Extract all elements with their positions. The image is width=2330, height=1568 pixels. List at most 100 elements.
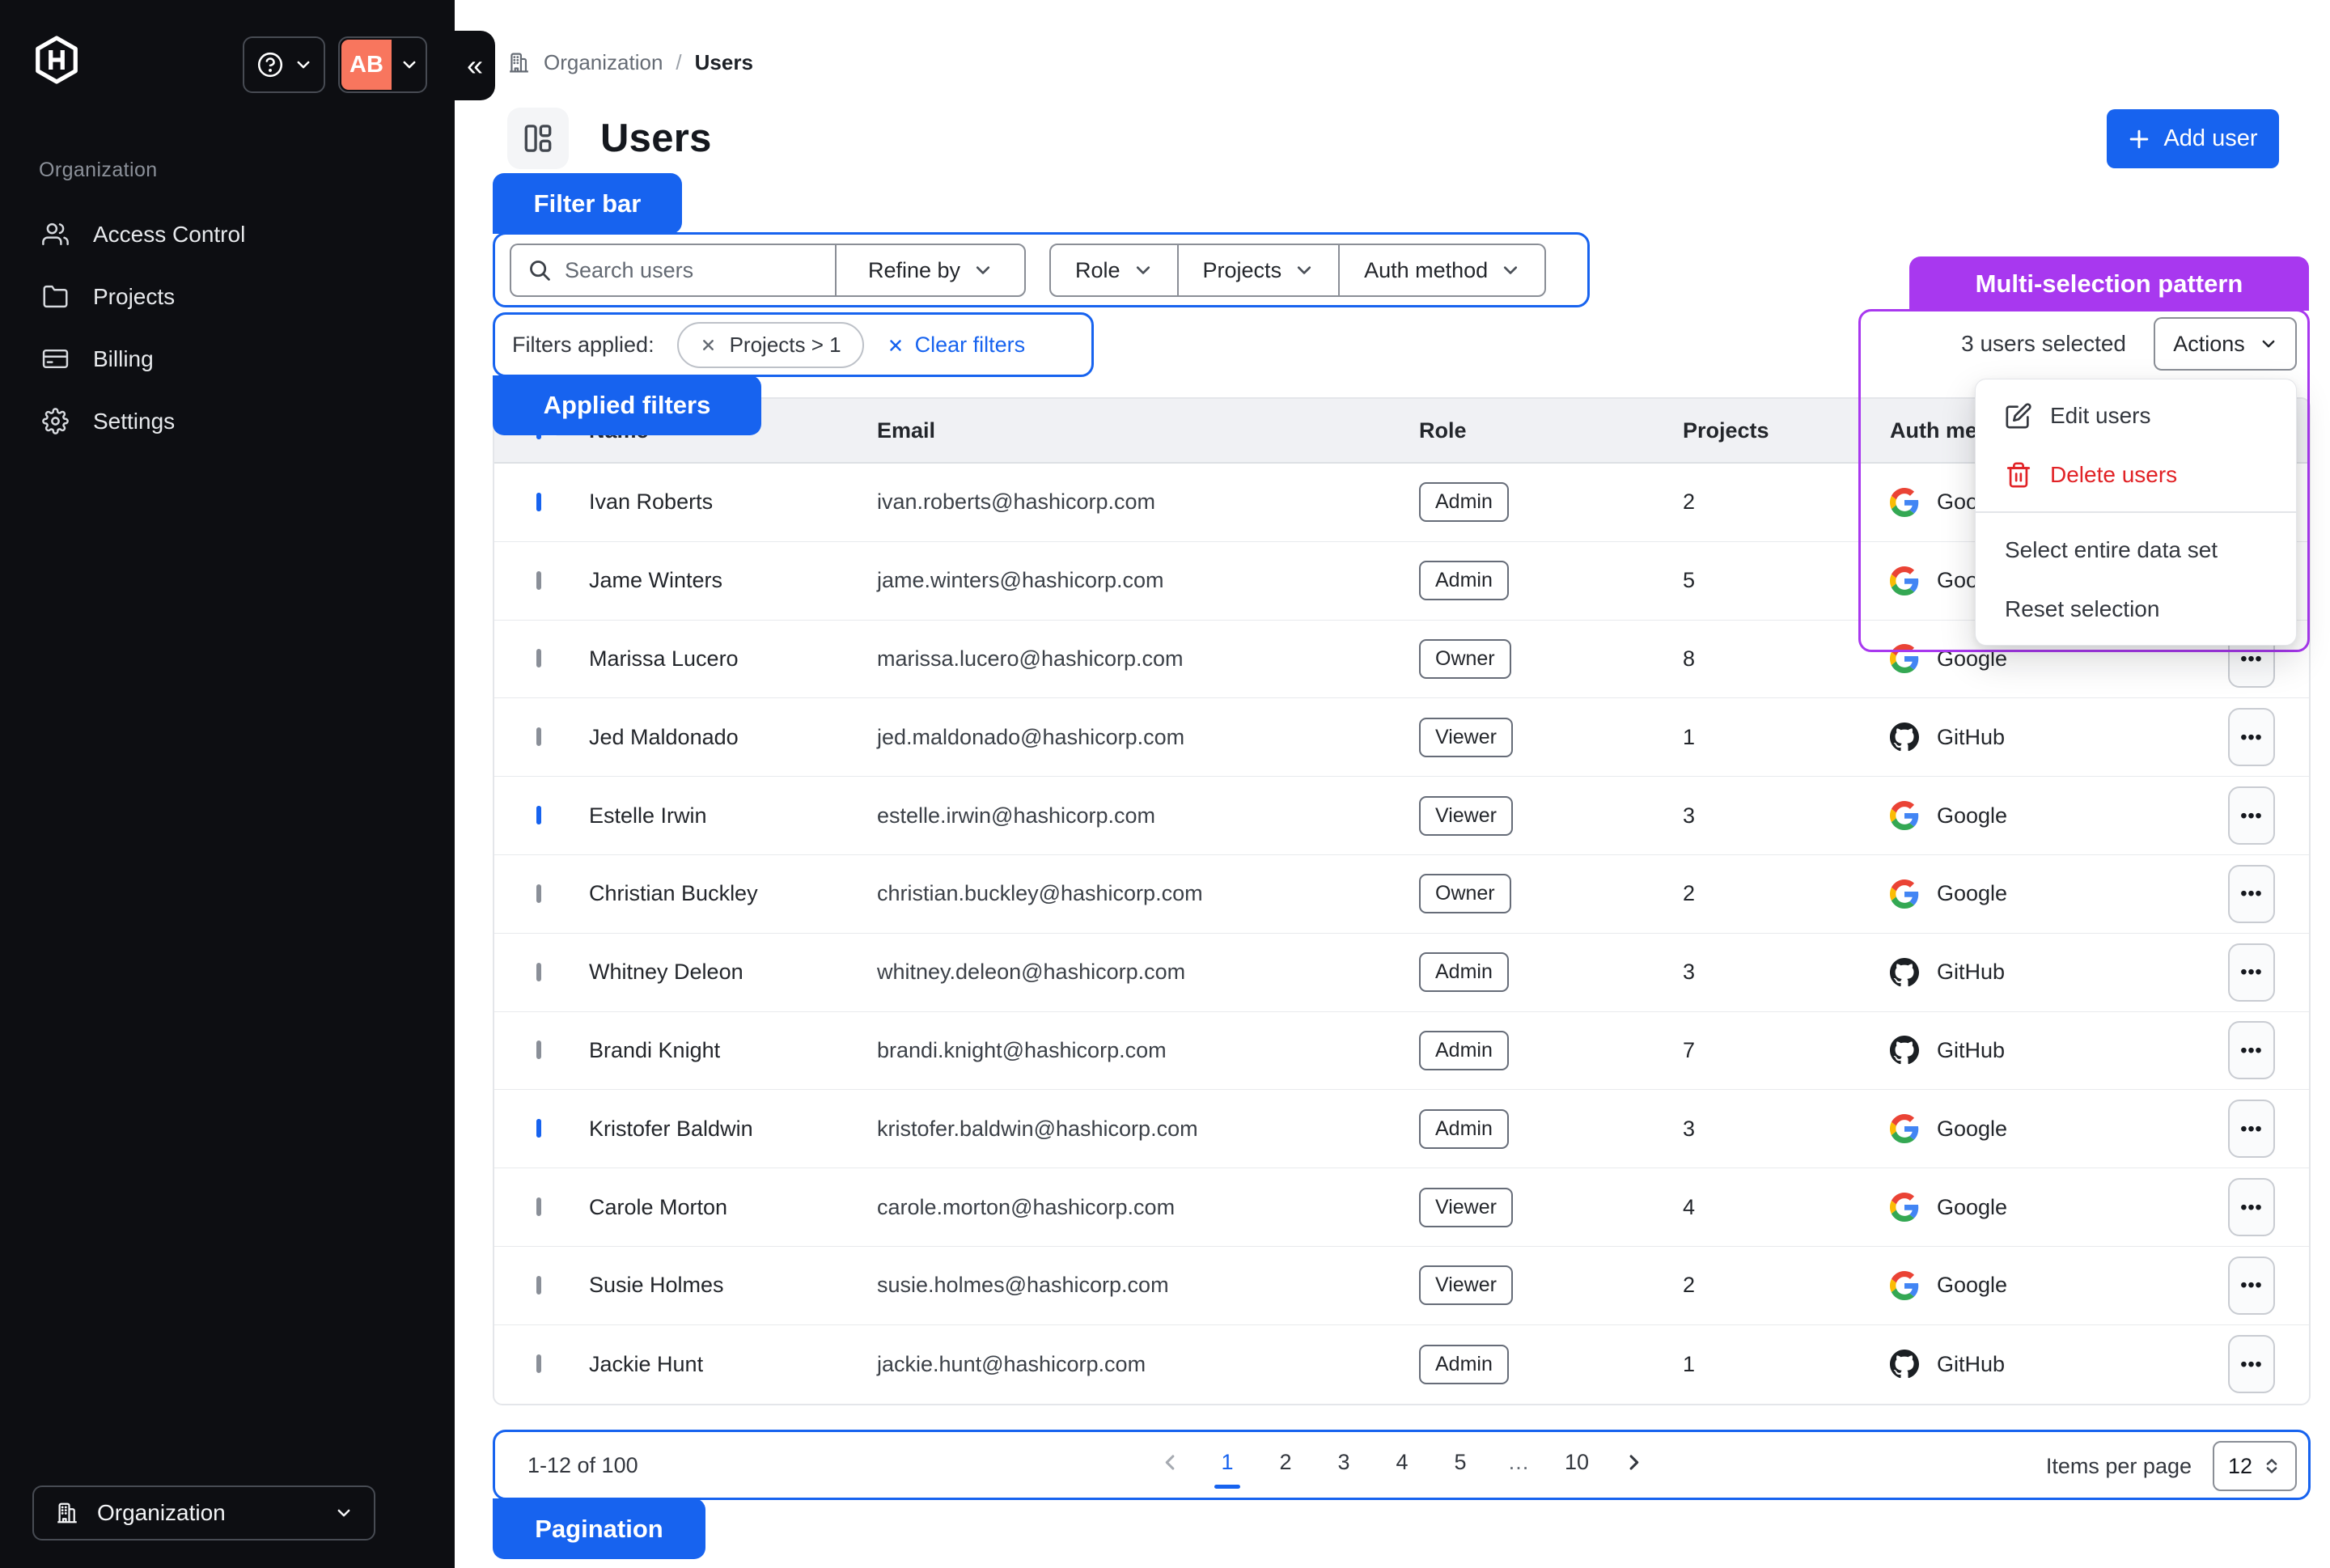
row-actions-button[interactable]: •••	[2228, 864, 2275, 923]
menu-item-edit-users[interactable]: Edit users	[1976, 386, 2296, 445]
auth-label: GitHub	[1937, 1037, 2006, 1062]
chevron-down-icon	[1294, 261, 1314, 280]
chevron-right-icon[interactable]	[1623, 1451, 1645, 1473]
help-menu-button[interactable]	[243, 36, 325, 93]
add-user-button[interactable]: Add user	[2107, 109, 2279, 168]
annotation-multi-selection: Multi-selection pattern	[1909, 256, 2309, 311]
sidebar-collapse-button[interactable]: «	[455, 31, 495, 100]
hcp-users-page: AB Organization Access Control Projects Bi…	[0, 0, 2330, 1568]
cell-email: ivan.roberts@hashicorp.com	[877, 489, 1156, 515]
role-badge: Admin	[1419, 1108, 1509, 1149]
org-switcher-label: Organization	[97, 1500, 226, 1525]
trash-icon	[2005, 461, 2032, 489]
cell-name: Carole Morton	[589, 1194, 728, 1219]
sidebar-item-billing[interactable]: Billing	[0, 328, 455, 390]
filter-dropdown-label: Role	[1075, 257, 1121, 282]
column-header-projects[interactable]: Projects	[1683, 418, 1890, 443]
page-10[interactable]: 10	[1565, 1450, 1589, 1475]
cell-email: jackie.hunt@hashicorp.com	[877, 1351, 1146, 1376]
sidebar-item-projects[interactable]: Projects	[0, 265, 455, 328]
help-icon	[256, 50, 285, 79]
menu-item-delete-users[interactable]: Delete users	[1976, 445, 2296, 504]
refine-by-label: Refine by	[867, 257, 961, 282]
row-checkbox[interactable]	[536, 727, 541, 747]
row-actions-button[interactable]: •••	[2228, 1178, 2275, 1237]
applied-chips: Projects > 1	[676, 322, 864, 368]
row-checkbox[interactable]	[536, 1040, 541, 1060]
cell-email: marissa.lucero@hashicorp.com	[877, 646, 1184, 671]
cell-auth-method: GitHub	[1890, 723, 2228, 752]
table-row: Jed Maldonado jed.maldonado@hashicorp.com…	[494, 698, 2309, 778]
actions-button[interactable]: Actions	[2154, 317, 2297, 371]
plus-icon	[2128, 128, 2150, 150]
menu-item-label: Delete users	[2050, 461, 2178, 487]
items-per-page-select[interactable]: 12	[2213, 1441, 2297, 1491]
filter-dropdown-auth-method[interactable]: Auth method	[1338, 245, 1544, 295]
page-4[interactable]: 4	[1390, 1450, 1414, 1475]
row-actions-button[interactable]: •••	[2228, 1256, 2275, 1315]
row-checkbox[interactable]	[536, 1197, 541, 1217]
page-3[interactable]: 3	[1332, 1450, 1356, 1475]
row-checkbox[interactable]	[536, 806, 541, 825]
search-input[interactable]	[565, 257, 819, 283]
cell-email: carole.morton@hashicorp.com	[877, 1194, 1176, 1219]
page-1[interactable]: 1	[1215, 1450, 1239, 1475]
menu-item-reset-selection[interactable]: Reset selection	[1976, 579, 2296, 638]
filter-chip-projects-1[interactable]: Projects > 1	[676, 322, 864, 368]
breadcrumb-root[interactable]: Organization	[544, 50, 663, 75]
row-actions-button[interactable]: •••	[2228, 943, 2275, 1002]
clear-filters-button[interactable]: Clear filters	[887, 333, 1025, 358]
row-checkbox[interactable]	[536, 492, 541, 511]
row-checkbox[interactable]	[536, 962, 541, 981]
row-checkbox[interactable]	[536, 884, 541, 903]
avatar: AB	[341, 40, 392, 90]
google-icon	[1890, 1114, 1919, 1144]
search-field[interactable]	[511, 245, 835, 295]
filter-dropdown-role[interactable]: Role	[1051, 245, 1177, 295]
row-actions-button[interactable]: •••	[2228, 786, 2275, 845]
edit-icon	[2005, 402, 2032, 430]
annotation-applied-filters: Applied filters	[493, 375, 761, 435]
sidebar: AB Organization Access Control Projects Bi…	[0, 0, 455, 1568]
menu-item-select-entire-data-set[interactable]: Select entire data set	[1976, 520, 2296, 579]
filter-dropdown-projects[interactable]: Projects	[1176, 245, 1339, 295]
row-actions-button[interactable]: •••	[2228, 1100, 2275, 1159]
row-actions-button[interactable]: •••	[2228, 1021, 2275, 1080]
chevron-down-icon	[1133, 261, 1153, 280]
sidebar-item-settings[interactable]: Settings	[0, 390, 455, 452]
chevron-left-icon[interactable]	[1159, 1451, 1181, 1473]
column-header-email[interactable]: Email	[877, 418, 1419, 443]
row-checkbox[interactable]	[536, 1119, 541, 1138]
org-switcher-button[interactable]: Organization	[32, 1485, 375, 1540]
auth-label: Google	[1937, 1273, 2008, 1298]
cell-auth-method: Google	[1890, 644, 2228, 674]
row-checkbox[interactable]	[536, 570, 541, 590]
page-2[interactable]: 2	[1273, 1450, 1298, 1475]
hashicorp-logo-icon	[32, 34, 81, 86]
page-5[interactable]: 5	[1448, 1450, 1472, 1475]
role-badge: Viewer	[1419, 795, 1513, 836]
annotation-filter-bar: Filter bar	[493, 173, 682, 234]
row-actions-button[interactable]: •••	[2228, 708, 2275, 767]
row-checkbox[interactable]	[536, 1275, 541, 1295]
cell-projects: 3	[1683, 1116, 1696, 1141]
cell-auth-method: Google	[1890, 1114, 2228, 1144]
row-checkbox[interactable]	[536, 649, 541, 668]
refine-by-button[interactable]: Refine by	[835, 245, 1024, 295]
cell-name: Ivan Roberts	[589, 489, 714, 515]
auth-label: Google	[1937, 1116, 2008, 1141]
applied-filters-row: Filters applied: Projects > 1 Clear filt…	[512, 322, 1025, 368]
cell-projects: 4	[1683, 1194, 1696, 1219]
row-checkbox[interactable]	[536, 1354, 541, 1374]
account-menu-button[interactable]: AB	[338, 36, 427, 93]
row-actions-button[interactable]: •••	[2228, 1335, 2275, 1394]
column-header-role[interactable]: Role	[1419, 418, 1683, 443]
page-ellipsis: …	[1507, 1449, 1530, 1474]
users-icon	[42, 221, 69, 248]
table-row: Christian Buckley christian.buckley@hashi…	[494, 855, 2309, 934]
role-badge: Viewer	[1419, 1265, 1513, 1306]
auth-label: GitHub	[1937, 1351, 2006, 1376]
cell-email: kristofer.baldwin@hashicorp.com	[877, 1116, 1198, 1141]
sidebar-item-access-control[interactable]: Access Control	[0, 203, 455, 265]
layout-columns-icon	[521, 121, 555, 155]
